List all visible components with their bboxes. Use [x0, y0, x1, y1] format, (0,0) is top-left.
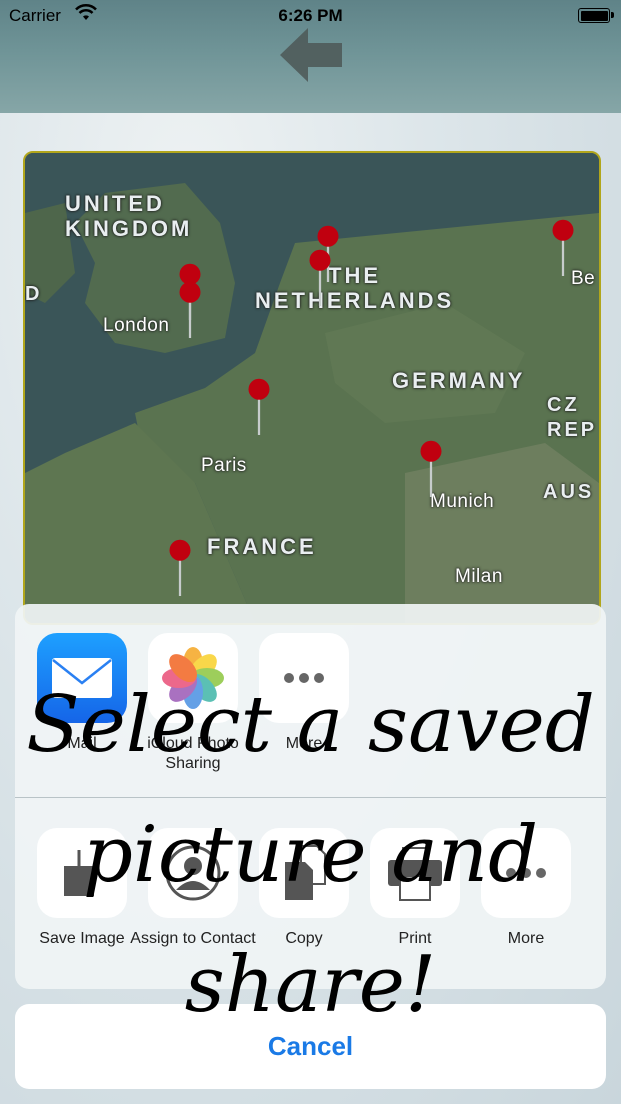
map-label-aus: AUS — [543, 481, 595, 503]
map-view[interactable]: UNITED KINGDOM THE NETHERLANDS GERMANY F… — [23, 151, 601, 625]
map-label-london: London — [103, 315, 170, 336]
map-label-netherlands: THE NETHERLANDS — [255, 263, 455, 313]
map-pin[interactable] — [165, 539, 195, 599]
clock: 6:26 PM — [278, 6, 343, 25]
map-label-paris: Paris — [201, 455, 247, 476]
map-label-germany: GERMANY — [392, 368, 526, 393]
map-label-uk: UNITED KINGDOM — [65, 191, 193, 241]
map-label-milan: Milan — [455, 566, 503, 587]
instruction-overlay-text: Select a saved picture and share! — [26, 680, 595, 1030]
map-pin[interactable] — [305, 249, 335, 309]
map-label-france: FRANCE — [207, 534, 317, 559]
map-label-cz: CZ REP — [547, 394, 598, 441]
navigation-bar: Carrier 6:26 PM — [0, 0, 621, 113]
battery-icon — [578, 8, 614, 23]
map-pin[interactable] — [244, 378, 274, 438]
map-pin[interactable] — [175, 281, 205, 341]
back-arrow-icon[interactable] — [278, 26, 344, 84]
map-pin[interactable] — [416, 440, 446, 500]
map-pin[interactable] — [548, 219, 578, 279]
map-label-d: D — [25, 283, 43, 305]
